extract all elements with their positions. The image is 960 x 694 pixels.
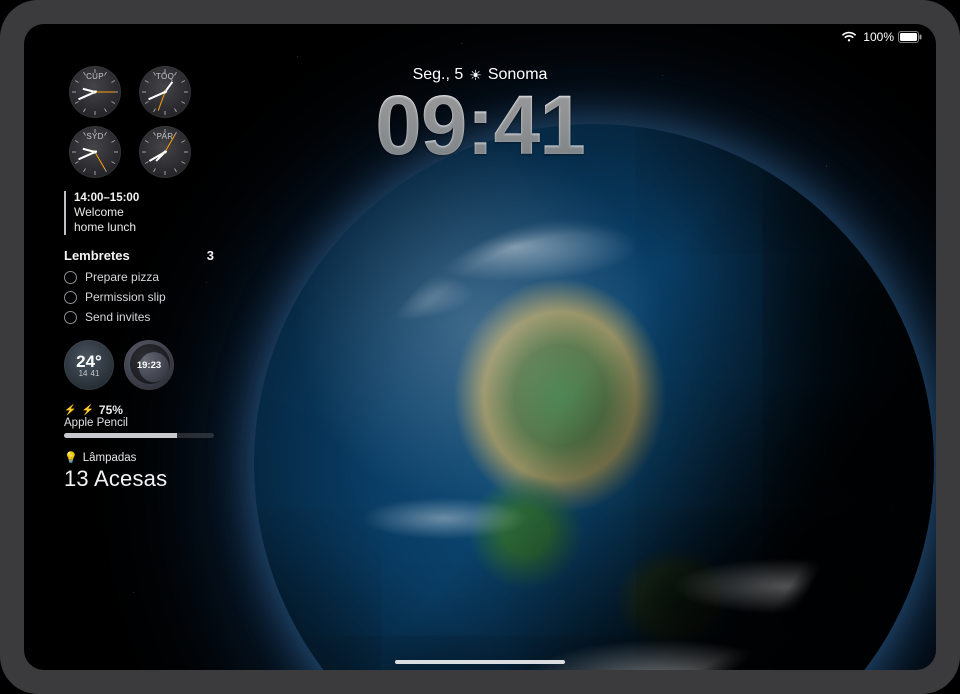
clock-face: CUP	[69, 66, 121, 118]
event-time: 14:00–15:00	[74, 191, 194, 205]
reminder-text: Prepare pizza	[85, 270, 159, 284]
battery-widget[interactable]: ⚡ ⚡ 75% Apple Pencil	[64, 403, 214, 438]
reminders-count: 3	[207, 248, 214, 263]
astronomy-time: 19:23	[137, 361, 161, 371]
status-bar: 100%	[841, 30, 922, 44]
weather-condition-icon: ☀	[469, 68, 482, 82]
reminder-radio[interactable]	[64, 291, 77, 304]
weather-widget[interactable]: 24° 14 41	[64, 340, 114, 390]
reminder-item[interactable]: Prepare pizza	[64, 267, 214, 287]
home-indicator[interactable]	[395, 660, 565, 664]
home-widget[interactable]: 💡 Lâmpadas 13 Acesas	[64, 451, 214, 492]
bulb-icon: 💡	[64, 451, 78, 464]
battery-percent-text: 100%	[863, 30, 894, 44]
world-clock-cell[interactable]: PAR	[134, 126, 196, 178]
reminder-text: Send invites	[85, 310, 150, 324]
pencil-battery-percent: 75%	[99, 403, 123, 417]
astronomy-widget[interactable]: 19:23	[124, 340, 174, 390]
clock-face: PAR	[139, 126, 191, 178]
reminders-header: Lembretes	[64, 248, 130, 263]
pencil-battery-device: Apple Pencil	[64, 417, 214, 429]
weather-high: 41	[91, 370, 100, 378]
battery-icon: 100%	[863, 30, 922, 44]
reminder-radio[interactable]	[64, 271, 77, 284]
weather-low: 14	[79, 370, 88, 378]
event-title-line2: home lunch	[74, 220, 194, 235]
event-title-line1: Welcome	[74, 205, 194, 220]
bolt-icon: ⚡	[64, 405, 76, 416]
clock-face: TÓQ	[139, 66, 191, 118]
mini-widgets-row: 24° 14 41 19:23	[64, 340, 239, 390]
wifi-icon	[841, 31, 857, 43]
lock-screen: 100% Seg., 5 ☀ Sonoma 09:41 CUPTÓQSYDPAR	[24, 24, 936, 670]
widget-column: CUP TÓQ SYD PAR 14:00–15:00 Welcome home lu…	[64, 66, 239, 492]
home-label: Lâmpadas	[83, 452, 137, 464]
reminder-radio[interactable]	[64, 311, 77, 324]
world-clock-widget[interactable]: CUP TÓQ SYD PAR	[64, 66, 196, 178]
clock-face: SYD	[69, 126, 121, 178]
reminder-item[interactable]: Send invites	[64, 307, 214, 327]
world-clock-cell[interactable]: CUP	[64, 66, 126, 118]
world-clock-cell[interactable]: TÓQ	[134, 66, 196, 118]
pencil-battery-bar	[64, 433, 214, 438]
reminder-text: Permission slip	[85, 290, 166, 304]
world-clock-cell[interactable]: SYD	[64, 126, 126, 178]
reminder-item[interactable]: Permission slip	[64, 287, 214, 307]
ipad-device-frame: 100% Seg., 5 ☀ Sonoma 09:41 CUPTÓQSYDPAR	[0, 0, 960, 694]
home-value: 13 Acesas	[64, 466, 214, 492]
pencil-battery-fill	[64, 433, 177, 438]
reminders-widget[interactable]: Lembretes 3 Prepare pizza Permission slip…	[64, 248, 214, 327]
bolt-icon: ⚡	[81, 405, 93, 416]
calendar-event-widget[interactable]: 14:00–15:00 Welcome home lunch	[64, 191, 194, 235]
